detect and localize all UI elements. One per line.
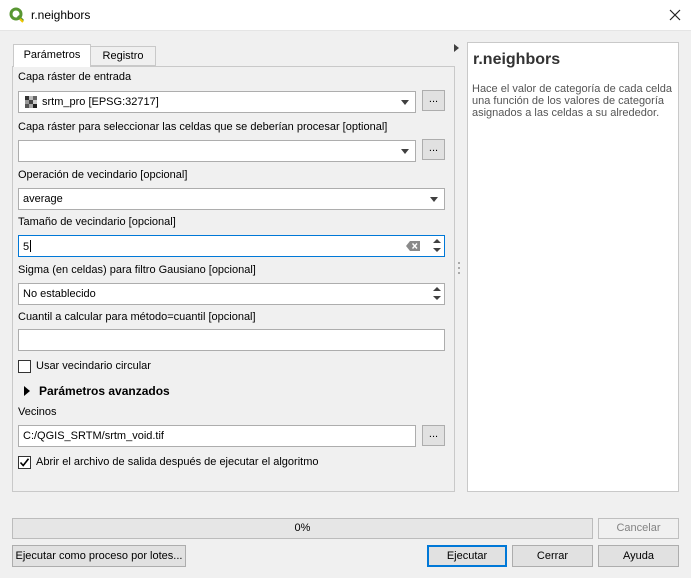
splitter-handle[interactable] [458,262,460,274]
stepper-up-icon[interactable] [433,287,441,291]
open-output-checkbox[interactable] [18,456,31,469]
chevron-down-icon [401,149,409,154]
collapse-help-icon[interactable] [454,44,459,52]
stepper-up-icon[interactable] [433,239,441,243]
quantile-label: Cuantil a calcular para método=cuantil [… [18,311,256,323]
title-bar: r.neighbors [0,0,691,31]
chevron-down-icon [430,197,438,202]
progress-bar: 0% [12,518,593,539]
close-button[interactable]: Cerrar [512,545,593,567]
selection-raster-combo[interactable] [18,140,416,162]
quantile-input[interactable] [18,329,445,351]
input-raster-value: srtm_pro [EPSG:32717] [42,96,159,108]
checkmark-icon [19,458,30,467]
circular-checkbox[interactable] [18,360,31,373]
output-path-input[interactable]: C:/QGIS_SRTM/srtm_void.tif [18,425,416,447]
help-description: Hace el valor de categoría de cada celda… [472,83,672,119]
progress-label: 0% [294,522,311,534]
sigma-spinbox[interactable]: No establecido [18,283,445,305]
size-value: 5 [23,241,30,253]
close-window-button[interactable] [664,4,686,26]
help-panel: r.neighbors Hace el valor de categoría d… [467,42,679,492]
input-raster-label: Capa ráster de entrada [18,71,132,83]
sigma-label: Sigma (en celdas) para filtro Gausiano [… [18,264,256,276]
close-icon [669,9,681,21]
operation-combo[interactable]: average [18,188,445,210]
circular-label: Usar vecindario circular [36,360,151,372]
help-button[interactable]: Ayuda [598,545,679,567]
chevron-right-icon[interactable] [24,386,30,396]
qgis-logo-icon [9,7,25,23]
input-raster-browse-button[interactable]: ... [422,90,445,111]
operation-label: Operación de vecindario [opcional] [18,169,188,181]
operation-value: average [23,193,63,205]
open-output-label: Abrir el archivo de salida después de ej… [36,456,319,468]
stepper-down-icon[interactable] [433,248,441,252]
run-button[interactable]: Ejecutar [427,545,507,567]
selection-raster-browse-button[interactable]: ... [422,139,445,160]
selection-raster-label: Capa ráster para seleccionar las celdas … [18,121,388,133]
advanced-params-toggle[interactable]: Parámetros avanzados [39,384,170,398]
batch-process-button[interactable]: Ejecutar como proceso por lotes... [12,545,186,567]
tab-registro[interactable]: Registro [91,46,156,66]
cancel-button[interactable]: Cancelar [598,518,679,539]
output-label: Vecinos [18,406,57,418]
output-browse-button[interactable]: ... [422,425,445,446]
sigma-value: No establecido [23,288,96,300]
output-path-value: C:/QGIS_SRTM/srtm_void.tif [23,430,164,442]
tab-parametros[interactable]: Parámetros [13,44,91,67]
sigma-stepper[interactable] [430,284,444,304]
stepper-down-icon[interactable] [433,296,441,300]
clear-text-icon[interactable] [406,241,420,251]
size-stepper[interactable] [430,236,444,256]
raster-layer-icon [25,96,37,108]
input-raster-combo[interactable]: srtm_pro [EPSG:32717] [18,91,416,113]
size-spinbox[interactable]: 5 [18,235,445,257]
size-label: Tamaño de vecindario [opcional] [18,216,176,228]
help-title: r.neighbors [473,51,561,68]
chevron-down-icon [401,100,409,105]
window-title: r.neighbors [31,8,91,22]
